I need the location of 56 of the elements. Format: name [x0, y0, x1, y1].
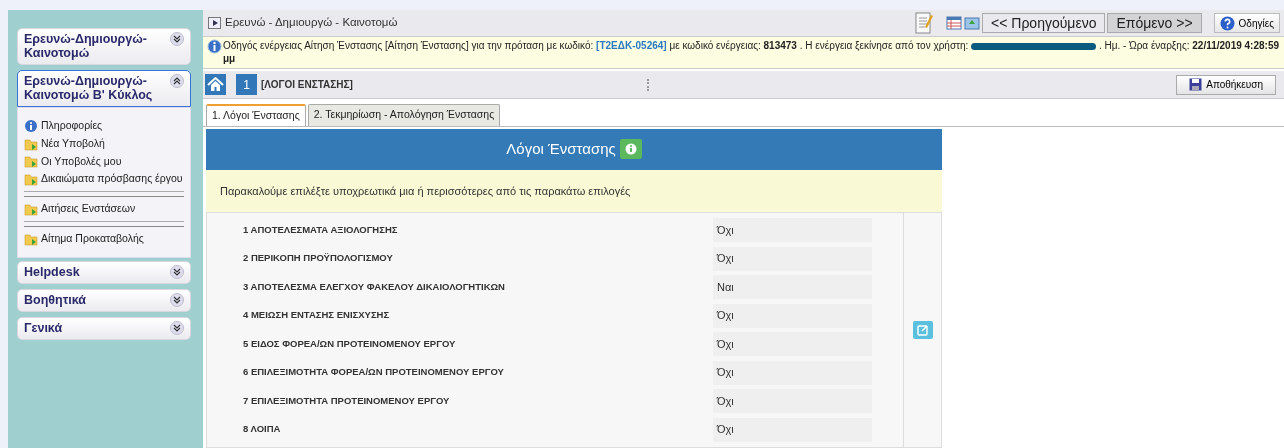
folder-icon: [24, 136, 38, 151]
reason-label: 6 ΕΠΙΛΕΞΙΜΟΤΗΤΑ ΦΟΡΕΑ/ΩΝ ΠΡΟΤΕΙΝΟΜΕΝΟΥ ΕΡΓΟΥ: [242, 365, 505, 380]
sidebar-item[interactable]: Οι Υποβολές μου: [24, 152, 184, 171]
sidebar-section[interactable]: Ερευνώ-Δημιουργώ-Καινοτομώ Β' Κύκλος: [17, 70, 191, 107]
sidebar-item[interactable]: Αίτημα Προκαταβολής: [24, 229, 184, 248]
sidebar-section[interactable]: Ερευνώ-Δημιουργώ-Καινοτομώ: [17, 28, 191, 65]
step-number: 1: [236, 74, 257, 95]
save-button[interactable]: Αποθήκευση: [1176, 74, 1276, 95]
home-icon: [207, 77, 224, 92]
tab[interactable]: 2. Τεκμηρίωση - Απολόγηση Ένστασης: [307, 104, 501, 126]
reason-label: 3 ΑΠΟΤΕΛΕΣΜΑ ΕΛΕΓΧΟΥ ΦΑΚΕΛΟΥ ΔΙΚΑΙΟΛΟΓΗΤΙΚΩΝ: [242, 279, 506, 294]
value-field: Όχι: [713, 303, 872, 328]
sidebar-item[interactable]: Πληροφορίες: [24, 117, 184, 135]
step-title: [ΛΟΓΟΙ ΕΝΣΤΑΣΗΣ]: [261, 78, 353, 92]
reason-label: 7 ΕΠΙΛΕΞΙΜΟΤΗΤΑ ΠΡΟΤΕΙΝΟΜΕΝΟΥ ΕΡΓΟΥ: [242, 393, 451, 408]
info-icon: [207, 39, 222, 54]
value-field: Όχι: [713, 218, 872, 242]
value-field: Όχι: [713, 246, 872, 271]
folder-icon: [24, 231, 38, 246]
value-field: Όχι: [713, 389, 872, 413]
window-title: Ερευνώ - Δημιουργώ - Καινοτομώ: [225, 15, 398, 31]
sidebar-section[interactable]: Βοηθητικά: [17, 288, 191, 312]
folder-icon: [24, 154, 38, 169]
info-icon[interactable]: [619, 139, 642, 160]
reason-label: 4 ΜΕΙΩΣΗ ΕΝΤΑΣΗΣ ΕΝΙΣΧΥΣΗΣ: [242, 308, 391, 323]
value-field: Όχι: [713, 417, 872, 442]
save-icon: [1189, 78, 1203, 91]
tab[interactable]: 1. Λόγοι Ένστασης: [206, 104, 306, 126]
notice-text: Παρακαλούμε επιλέξτε υποχρεωτικά μια ή περισσότερες από τις παρακάτω επιλογές: [206, 169, 942, 213]
value-field: Όχι: [713, 360, 872, 385]
folder-icon[interactable]: [964, 15, 981, 31]
value-field: Όχι: [713, 332, 872, 356]
project-code-link[interactable]: [Τ2ΕΔΚ-05264]: [596, 40, 667, 51]
reason-label: 5 ΕΙΔΟΣ ΦΟΡΕΑ/ΩΝ ΠΡΟΤΕΙΝΟΜΕΝΟΥ ΕΡΓΟΥ: [242, 336, 457, 351]
help-icon: [1219, 15, 1235, 31]
reason-label: 8 ΛΟΙΠΑ: [242, 422, 282, 437]
help-button[interactable]: Οδηγίες: [1213, 13, 1280, 33]
info-icon: [24, 118, 38, 133]
sidebar-item[interactable]: Αιτήσεις Ενστάσεων: [24, 200, 184, 218]
reason-label: 1 ΑΠΟΤΕΛΕΣΜΑΤΑ ΑΞΙΟΛΟΓΗΣΗΣ: [242, 222, 399, 237]
sidebar-item[interactable]: Νέα Υποβολή: [24, 134, 184, 153]
folder-icon: [24, 201, 38, 216]
sidebar-section[interactable]: Γενικά: [17, 316, 191, 340]
home-button[interactable]: [205, 74, 226, 95]
reason-label: 2 ΠΕΡΙΚΟΠΗ ΠΡΟΫΠΟΛΟΓΙΣΜΟΥ: [242, 251, 394, 266]
table-icon[interactable]: [946, 15, 963, 31]
sidebar-item[interactable]: Δικαιώματα πρόσβασης έργου: [24, 170, 184, 188]
previous-button[interactable]: << Προηγούμενο: [982, 13, 1106, 33]
next-button[interactable]: Επόμενο >>: [1107, 13, 1202, 33]
folder-icon: [24, 172, 38, 187]
info-message: Οδηγός ενέργειας Αίτηση Ένστασης [Αίτηση Ένστασης] για την πρόταση με κωδικό: [Τ2ΕΔΚ-05264] με κωδικό ενέργειας: 813473 . Η ενέργεια ξεκίνησε από τον χρήστη: . Ημ. - Ώρα έναρξης: 22/11/2019 4:28:59 μμ: [223, 39, 1280, 66]
sidebar-section[interactable]: Helpdesk: [17, 260, 191, 284]
form-header: Λόγοι Ένστασης: [206, 128, 942, 170]
value-field: Ναι: [713, 275, 872, 299]
window-icon: [207, 15, 223, 31]
edit-icon: [916, 323, 929, 336]
